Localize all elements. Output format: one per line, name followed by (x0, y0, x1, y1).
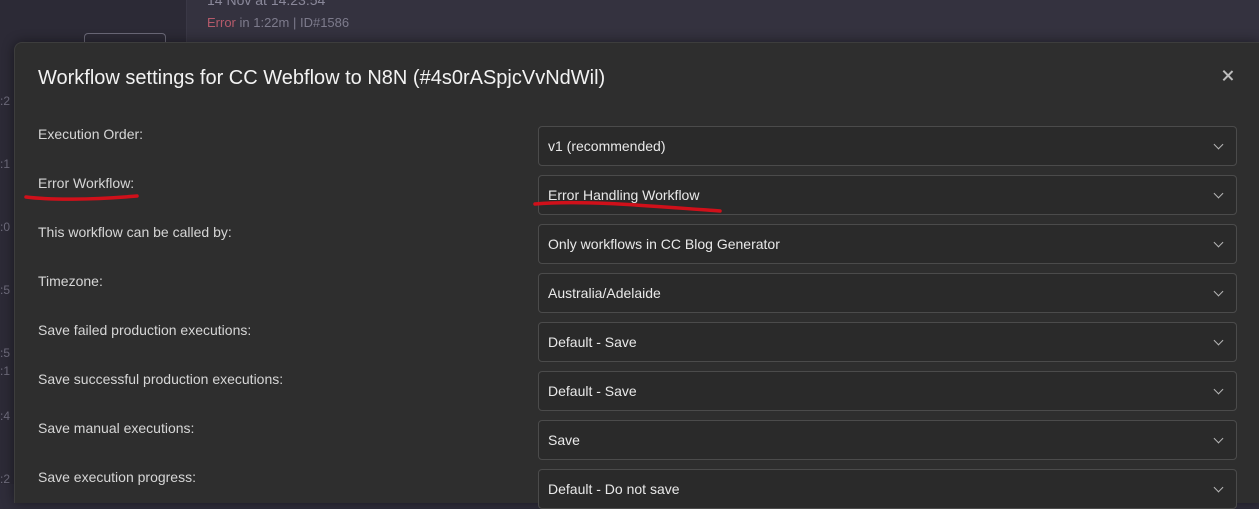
save-successful-executions-select[interactable]: Default - Save (538, 371, 1237, 411)
setting-row-save-successful: Save successful production executions: D… (15, 371, 1259, 411)
caller-policy-select[interactable]: Only workflows in CC Blog Generator (538, 224, 1237, 264)
select-value: Save (548, 432, 580, 448)
setting-row-save-manual: Save manual executions: Save (15, 420, 1259, 460)
setting-label: Save execution progress: (38, 469, 196, 485)
setting-row-execution-order: Execution Order: v1 (recommended) (15, 126, 1259, 166)
execution-order-select[interactable]: v1 (recommended) (538, 126, 1237, 166)
edge-text-fragment: :2 (0, 94, 11, 108)
setting-label: Timezone: (38, 273, 103, 289)
setting-label: Save manual executions: (38, 420, 195, 436)
chevron-down-icon (1213, 335, 1224, 346)
select-value: Default - Do not save (548, 481, 680, 497)
close-icon[interactable] (1219, 67, 1237, 85)
execution-timestamp: 14 Nov at 14:23:54 (207, 0, 326, 8)
select-value: Default - Save (548, 334, 637, 350)
execution-status-details: in 1:22m | ID#1586 (235, 15, 350, 30)
save-manual-executions-select[interactable]: Save (538, 420, 1237, 460)
setting-row-timezone: Timezone: Australia/Adelaide (15, 273, 1259, 313)
edge-text-fragment: :1 (0, 157, 11, 171)
setting-label: This workflow can be called by: (38, 224, 232, 240)
chevron-down-icon (1213, 139, 1224, 150)
execution-status: Error in 1:22m | ID#1586 (207, 15, 349, 30)
setting-label: Save failed production executions: (38, 322, 252, 338)
setting-row-caller-policy: This workflow can be called by: Only wor… (15, 224, 1259, 264)
save-failed-executions-select[interactable]: Default - Save (538, 322, 1237, 362)
setting-label: Execution Order: (38, 126, 144, 142)
select-value: Default - Save (548, 383, 637, 399)
select-value: v1 (recommended) (548, 138, 666, 154)
chevron-down-icon (1213, 237, 1224, 248)
edge-text-fragment: :0 (0, 220, 11, 234)
select-value: Error Handling Workflow (548, 187, 700, 203)
modal-title: Workflow settings for CC Webflow to N8N … (38, 67, 606, 89)
setting-label: Save successful production executions: (38, 371, 284, 387)
select-value: Only workflows in CC Blog Generator (548, 236, 780, 252)
error-workflow-select[interactable]: Error Handling Workflow (538, 175, 1237, 215)
timezone-select[interactable]: Australia/Adelaide (538, 273, 1237, 313)
chevron-down-icon (1213, 286, 1224, 297)
save-execution-progress-select[interactable]: Default - Do not save (538, 469, 1237, 509)
select-value: Australia/Adelaide (548, 285, 661, 301)
setting-label: Error Workflow: (38, 175, 135, 191)
edge-text-fragment: :5 (0, 283, 11, 297)
workflow-settings-modal: Workflow settings for CC Webflow to N8N … (14, 42, 1259, 509)
execution-status-error: Error (207, 15, 236, 30)
edge-text-fragment: :5 (0, 346, 11, 360)
edge-text-fragment: :1 (0, 364, 11, 378)
setting-row-save-failed: Save failed production executions: Defau… (15, 322, 1259, 362)
setting-row-save-progress: Save execution progress: Default - Do no… (15, 469, 1259, 509)
chevron-down-icon (1213, 188, 1224, 199)
chevron-down-icon (1213, 433, 1224, 444)
edge-text-fragment: :4 (0, 409, 11, 423)
chevron-down-icon (1213, 482, 1224, 493)
chevron-down-icon (1213, 384, 1224, 395)
setting-row-error-workflow: Error Workflow: Error Handling Workflow (15, 175, 1259, 215)
